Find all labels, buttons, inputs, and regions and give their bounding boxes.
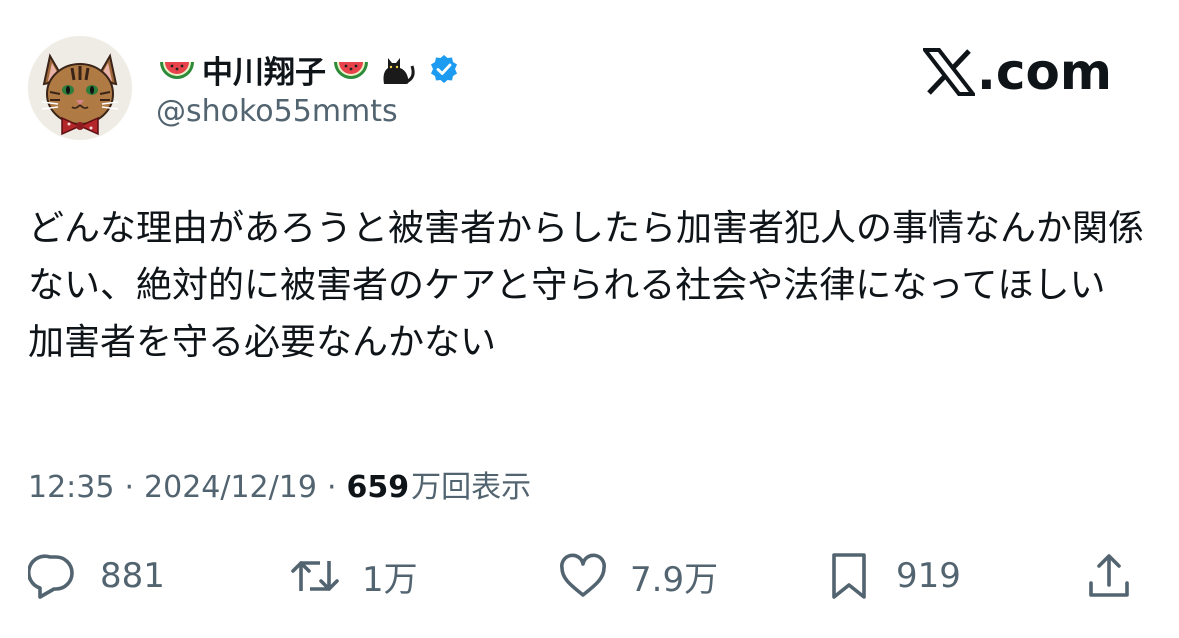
like-count: 7.9万 — [630, 559, 719, 600]
repost-button[interactable]: 1万 — [290, 540, 418, 612]
share-button[interactable] — [1084, 540, 1134, 612]
x-logo-icon — [920, 48, 977, 96]
heart-icon — [560, 553, 606, 597]
tweet-date[interactable]: 2024/12/19 — [144, 470, 317, 505]
watermelon-icon — [330, 48, 372, 90]
repost-icon — [291, 561, 339, 591]
watermelon-icon — [156, 48, 198, 90]
author-handle[interactable]: @shoko55mmts — [156, 94, 398, 129]
bookmark-icon — [832, 553, 866, 599]
like-button[interactable]: 7.9万 — [558, 540, 718, 612]
tweet-time[interactable]: 12:35 — [28, 470, 114, 505]
tweet-meta: 12:35 · 2024/12/19 · 659 万回表示 — [28, 462, 531, 506]
meta-separator: · — [326, 470, 337, 505]
author-display-name: 中川翔子 — [202, 54, 326, 91]
share-icon — [1089, 554, 1129, 597]
verified-badge-icon — [428, 53, 460, 85]
repost-count: 1万 — [362, 559, 418, 600]
reply-icon — [28, 554, 74, 599]
reply-button[interactable]: 881 — [28, 540, 165, 612]
reply-count: 881 — [100, 556, 165, 596]
meta-separator: · — [124, 470, 135, 505]
x-logo: .com — [920, 43, 1112, 101]
cat-avatar-icon — [28, 36, 132, 140]
views-label: 万回表示 — [411, 470, 532, 505]
black-cat-icon — [376, 48, 418, 90]
x-logo-domain: .com — [976, 43, 1112, 101]
action-bar: 881 1万 7.9万 919 — [28, 540, 1148, 612]
bookmark-button[interactable]: 919 — [824, 540, 961, 612]
author-name-row[interactable]: 中川翔子 — [156, 42, 460, 96]
avatar[interactable] — [28, 36, 132, 140]
tweet-text: どんな理由があろうと被害者からしたら加害者犯人の事情なんか関係ない、絶対的に被害… — [28, 208, 1145, 363]
bookmark-count: 919 — [896, 556, 961, 596]
tweet-header: 中川翔子 @shoko55mmts .com — [28, 36, 1148, 146]
views-count[interactable]: 659 — [346, 470, 409, 505]
